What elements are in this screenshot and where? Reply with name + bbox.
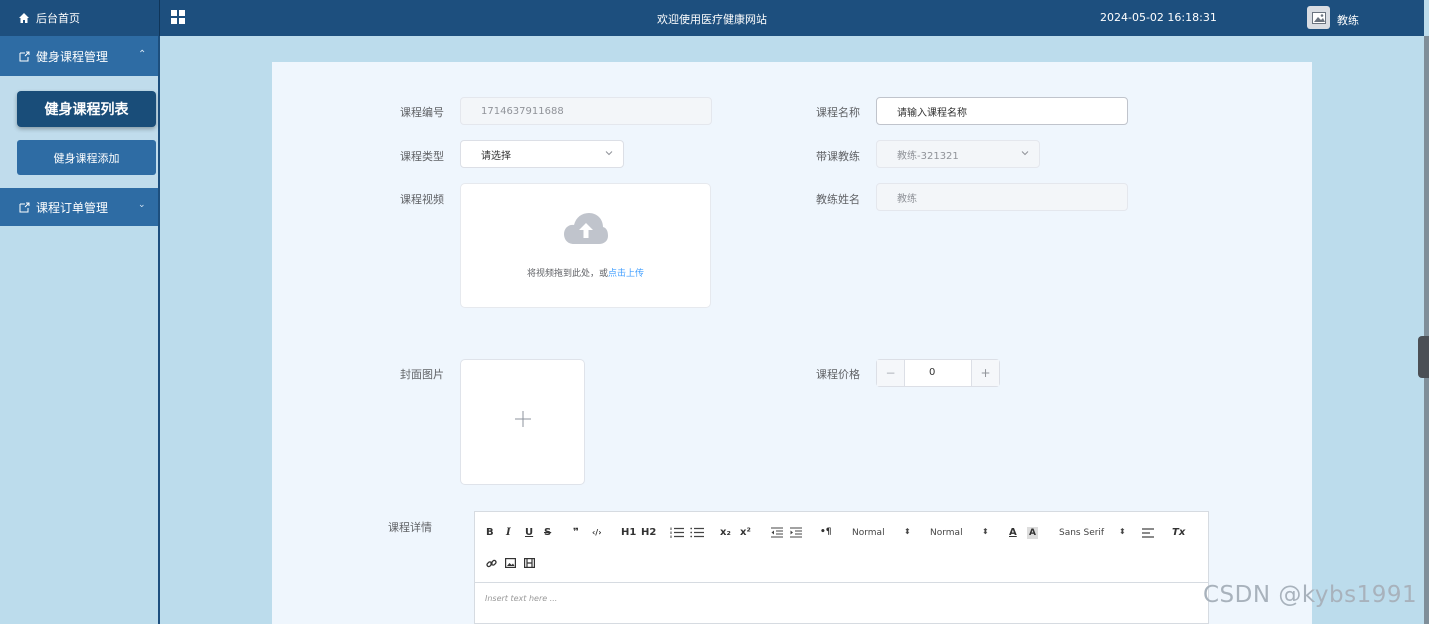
menu-group-course-management[interactable]: 健身课程管理 ⌃ xyxy=(0,36,158,76)
course-name-input[interactable]: 请输入课程名称 xyxy=(876,97,1128,125)
cloud-upload-icon xyxy=(564,213,608,244)
decrement-button[interactable]: − xyxy=(877,360,905,386)
upload-hint: 将视频拖到此处，或点击上传 xyxy=(461,266,710,279)
datetime: 2024-05-02 16:18:31 xyxy=(1100,11,1217,24)
coach-label: 带课教练 xyxy=(816,150,860,163)
chevron-down-icon xyxy=(605,151,613,156)
sidebar-item-course-list[interactable]: 健身课程列表 xyxy=(17,91,156,127)
editor-content[interactable]: Insert text here ... xyxy=(485,594,557,603)
sidebar: 健身课程管理 ⌃ 健身课程列表 健身课程添加 课程订单管理 ⌄ xyxy=(0,36,160,624)
chevron-down-icon: ⌄ xyxy=(138,200,146,210)
price-value[interactable]: 0 xyxy=(929,367,935,378)
plus-icon xyxy=(515,411,531,427)
course-type-value: 请选择 xyxy=(481,150,511,162)
video-icon[interactable] xyxy=(524,558,535,568)
font-select[interactable]: Sans Serif xyxy=(1059,528,1104,538)
course-no-field: 1714637911688 xyxy=(460,97,712,125)
subscript-button[interactable]: x₂ xyxy=(720,527,731,538)
menu-doc-icon xyxy=(19,51,30,61)
size-select[interactable]: Normal xyxy=(852,528,885,538)
indent-icon[interactable] xyxy=(790,527,802,538)
coach-name-label: 教练姓名 xyxy=(816,193,860,206)
price-stepper[interactable]: − 0 + xyxy=(876,359,1000,387)
menu-group-order-management[interactable]: 课程订单管理 ⌄ xyxy=(0,188,158,226)
header-select[interactable]: Normal xyxy=(930,528,963,538)
avatar[interactable] xyxy=(1307,6,1330,29)
course-type-label: 课程类型 xyxy=(400,150,444,163)
watermark: CSDN @kybs1991 xyxy=(1203,582,1418,608)
h1-button[interactable]: H1 xyxy=(621,527,636,538)
menu-doc-icon xyxy=(19,202,30,212)
click-upload-link[interactable]: 点击上传 xyxy=(608,269,644,279)
video-label: 课程视频 xyxy=(400,193,444,206)
outdent-icon[interactable] xyxy=(771,527,783,538)
collapse-handle[interactable] xyxy=(1418,336,1429,378)
header-select-arrows-icon: ⬍ xyxy=(982,527,989,536)
menu-group-label: 健身课程管理 xyxy=(36,49,109,64)
h2-button[interactable]: H2 xyxy=(641,527,656,538)
font-color-button[interactable]: A xyxy=(1009,527,1017,538)
chevron-up-icon: ⌃ xyxy=(138,49,147,60)
strike-button[interactable]: S xyxy=(544,527,551,538)
upload-hint-text: 将视频拖到此处，或 xyxy=(526,269,608,279)
font-select-arrows-icon: ⬍ xyxy=(1119,527,1126,536)
align-icon[interactable] xyxy=(1142,528,1154,538)
italic-button[interactable]: I xyxy=(506,527,511,538)
editor-toolbar: B I U S ❞ ‹/› H1 H2 x₂ x² •¶ Normal ⬍ No… xyxy=(475,512,1208,583)
bullet-list-icon[interactable] xyxy=(690,527,704,538)
increment-button[interactable]: + xyxy=(971,360,999,386)
link-icon[interactable] xyxy=(486,558,497,569)
bg-color-glyph: A xyxy=(1029,528,1036,538)
coach-name-field: 教练 xyxy=(876,183,1128,211)
scrollbar[interactable] xyxy=(1424,36,1429,624)
chevron-down-icon xyxy=(1021,151,1029,156)
cover-label: 封面图片 xyxy=(400,368,444,381)
bold-button[interactable]: B xyxy=(486,527,494,538)
coach-select: 教练-321321 xyxy=(876,140,1040,168)
username[interactable]: 教练 xyxy=(1337,12,1359,28)
pilcrow-icon: ¶ xyxy=(825,527,832,537)
course-no-label: 课程编号 xyxy=(400,106,444,119)
coach-value: 教练-321321 xyxy=(897,150,959,162)
ordered-list-icon[interactable] xyxy=(670,527,684,538)
size-select-arrows-icon: ⬍ xyxy=(904,527,911,536)
clear-format-button[interactable]: Tx xyxy=(1172,527,1185,538)
price-label: 课程价格 xyxy=(816,368,860,381)
background-color-button[interactable]: A xyxy=(1027,527,1038,539)
course-type-select[interactable]: 请选择 xyxy=(460,140,624,168)
submenu: 健身课程列表 健身课程添加 xyxy=(0,76,158,188)
top-bar: 后台首页 欢迎使用医疗健康网站 2024-05-02 16:18:31 教练 xyxy=(0,0,1424,36)
video-upload-dropzone[interactable]: 将视频拖到此处，或点击上传 xyxy=(460,183,711,308)
underline-button[interactable]: U xyxy=(525,527,533,538)
blockquote-button[interactable]: ❞ xyxy=(573,527,579,538)
course-name-label: 课程名称 xyxy=(816,106,860,119)
sidebar-item-course-add[interactable]: 健身课程添加 xyxy=(17,140,156,175)
superscript-button[interactable]: x² xyxy=(740,527,751,538)
rich-text-editor: B I U S ❞ ‹/› H1 H2 x₂ x² •¶ Normal ⬍ No… xyxy=(474,511,1209,624)
image-icon[interactable] xyxy=(505,558,516,568)
cover-upload[interactable] xyxy=(460,359,585,485)
code-block-button[interactable]: ‹/› xyxy=(592,528,602,537)
menu-group-label: 课程订单管理 xyxy=(36,200,109,215)
text-direction-button[interactable]: •¶ xyxy=(820,527,832,537)
detail-label: 课程详情 xyxy=(388,521,432,534)
image-icon xyxy=(1311,11,1326,24)
